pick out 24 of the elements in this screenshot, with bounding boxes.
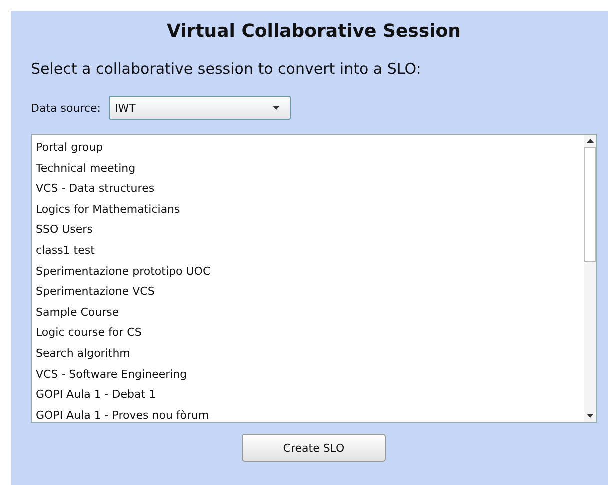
instruction-text: Select a collaborative session to convert into a SLO: <box>31 60 422 78</box>
session-item[interactable]: VCS - Data structures <box>36 179 584 200</box>
session-item[interactable]: SSO Users <box>36 220 584 241</box>
data-source-label: Data source: <box>31 102 101 114</box>
caret-icon <box>273 106 280 110</box>
scrollbar[interactable] <box>584 135 596 422</box>
session-item[interactable]: Sperimentazione VCS <box>36 282 584 303</box>
session-item[interactable]: GOPI Aula 1 - Proves nou fòrum <box>36 406 584 422</box>
page-title: Virtual Collaborative Session <box>166 21 462 42</box>
session-item[interactable]: Technical meeting <box>36 158 584 180</box>
scroll-down-icon[interactable] <box>586 414 594 418</box>
session-item[interactable]: Sperimentazione prototipo UOC <box>36 262 584 282</box>
session-item[interactable]: Search algorithm <box>36 344 584 365</box>
data-source-dropdown[interactable]: IWT <box>109 96 291 120</box>
session-item[interactable]: class1 test <box>36 240 584 262</box>
session-item[interactable]: Logic course for CS <box>36 323 584 344</box>
create-slo-button[interactable]: Create SLO <box>242 434 386 462</box>
session-item[interactable]: Sample Course <box>36 302 584 324</box>
session-item[interactable]: Logics for Mathematicians <box>36 200 584 220</box>
session-item[interactable]: VCS - Software Engineering <box>36 364 584 386</box>
session-list[interactable] <box>31 134 597 423</box>
scroll-up-icon[interactable] <box>586 139 594 143</box>
session-item[interactable]: Portal group <box>36 138 584 159</box>
session-item[interactable]: GOPI Aula 1 - Debat 1 <box>36 385 584 406</box>
